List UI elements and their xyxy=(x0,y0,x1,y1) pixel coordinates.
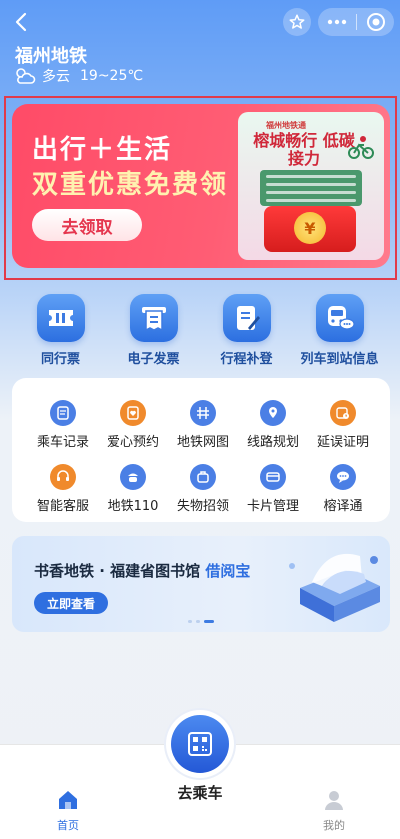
service-label: 卡片管理 xyxy=(246,499,299,514)
library-banner[interactable]: 书香地铁 · 福建省图书馆 借阅宝 立即查看 xyxy=(12,536,390,632)
service-lost-found[interactable]: 失物招领 xyxy=(166,464,240,514)
page-title: 福州地铁 xyxy=(15,46,87,67)
service-smart-service[interactable]: 智能客服 xyxy=(26,464,100,514)
quick-nav-label: 电子发票 xyxy=(127,352,180,367)
service-care-booking[interactable]: 爱心预约 xyxy=(96,400,170,450)
translate-icon xyxy=(330,464,356,490)
promo-title: 榕城畅行 低碳接力 xyxy=(253,131,355,168)
service-metro-map[interactable]: 地铁网图 xyxy=(166,400,240,450)
qr-code-icon xyxy=(188,732,212,756)
user-icon xyxy=(325,791,343,810)
service-delay-proof[interactable]: 延误证明 xyxy=(306,400,380,450)
police-icon xyxy=(120,464,146,490)
back-button[interactable] xyxy=(10,10,34,34)
view-now-button[interactable]: 立即查看 xyxy=(34,592,108,614)
weather-temperature: 19~25℃ xyxy=(80,68,144,84)
quick-nav-label: 行程补登 xyxy=(220,352,273,367)
service-label: 延误证明 xyxy=(316,435,369,450)
carousel-indicator xyxy=(188,620,214,623)
invoice-icon xyxy=(141,307,166,332)
service-ride-record[interactable]: 乘车记录 xyxy=(26,400,100,450)
tab-mine-label: 我的 xyxy=(323,819,345,832)
more-button[interactable] xyxy=(318,8,356,36)
tab-mine[interactable]: 我的 xyxy=(306,789,362,833)
quick-nav-train-arrival[interactable]: 列车到站信息 xyxy=(293,294,386,367)
target-icon xyxy=(366,13,385,31)
cloudy-icon xyxy=(16,68,36,84)
service-label: 地铁110 xyxy=(107,499,159,514)
banner-subheadline: 双重优惠免费领 xyxy=(32,170,229,200)
ride-label: 去乘车 xyxy=(177,784,223,802)
care-booking-icon xyxy=(120,400,146,426)
quick-nav: 同行票 电子发票 行程补登 列车到站信息 xyxy=(14,294,386,370)
ride-record-icon xyxy=(50,400,76,426)
service-label: 失物招领 xyxy=(176,499,229,514)
promo-details xyxy=(260,170,362,206)
metro-map-icon xyxy=(190,400,216,426)
claim-button[interactable]: 去领取 xyxy=(32,209,142,241)
route-plan-icon xyxy=(260,400,286,426)
services-panel: 乘车记录 爱心预约 地铁网图 线路规划 延误证明 智能客服 地铁110 失物招领… xyxy=(12,378,390,522)
service-route-plan[interactable]: 线路规划 xyxy=(236,400,310,450)
train-arrival-icon xyxy=(327,306,355,330)
library-title: 书香地铁 · 福建省图书馆 借阅宝 xyxy=(34,562,251,580)
service-label: 乘车记录 xyxy=(36,435,89,450)
more-dots-icon xyxy=(327,19,347,25)
promo-banner[interactable]: 出行＋生活 双重优惠免费领 去领取 福州地铁通 榕城畅行 低碳接力 ¥ xyxy=(12,104,390,268)
service-label: 地铁网图 xyxy=(176,435,229,450)
smart-service-icon xyxy=(50,464,76,490)
chevron-left-icon xyxy=(15,12,27,32)
library-title-accent: 借阅宝 xyxy=(205,562,251,580)
weather-info: 多云 19~25℃ xyxy=(14,66,143,86)
books-illustration xyxy=(289,553,380,622)
promo-tag: 福州地铁通 xyxy=(266,121,306,130)
service-card-manage[interactable]: 卡片管理 xyxy=(236,464,310,514)
quick-nav-trip-edit[interactable]: 行程补登 xyxy=(200,294,293,367)
quick-nav-invoice[interactable]: 电子发票 xyxy=(107,294,200,367)
service-police[interactable]: 地铁110 xyxy=(96,464,170,514)
weather-condition: 多云 xyxy=(42,69,70,85)
banner-headline: 出行＋生活 xyxy=(32,135,173,165)
service-label: 榕译通 xyxy=(323,499,363,514)
favorite-button[interactable] xyxy=(283,8,311,36)
quick-nav-label: 同行票 xyxy=(40,352,80,367)
cyclist-icon xyxy=(348,136,374,159)
card-manage-icon xyxy=(260,464,286,490)
promo-card: 福州地铁通 榕城畅行 低碳接力 ¥ xyxy=(238,112,384,260)
red-packet: ¥ xyxy=(264,206,356,252)
close-miniapp-button[interactable] xyxy=(357,8,394,36)
ride-button[interactable] xyxy=(166,710,234,778)
star-icon xyxy=(289,14,305,29)
service-translate[interactable]: 榕译通 xyxy=(306,464,380,514)
yuan-coin-icon: ¥ xyxy=(294,212,326,244)
delay-proof-icon xyxy=(330,400,356,426)
lost-found-icon xyxy=(190,464,216,490)
tab-home-label: 首页 xyxy=(57,819,79,832)
miniapp-capsule xyxy=(318,8,394,36)
tab-home[interactable]: 首页 xyxy=(40,789,96,833)
service-label: 线路规划 xyxy=(246,435,299,450)
service-label: 爱心预约 xyxy=(106,435,159,450)
home-icon xyxy=(59,791,77,809)
service-label: 智能客服 xyxy=(36,499,89,514)
ticket-icon xyxy=(48,310,73,326)
quick-nav-ticket[interactable]: 同行票 xyxy=(14,294,107,367)
quick-nav-label: 列车到站信息 xyxy=(300,352,379,367)
trip-edit-icon xyxy=(236,306,260,330)
